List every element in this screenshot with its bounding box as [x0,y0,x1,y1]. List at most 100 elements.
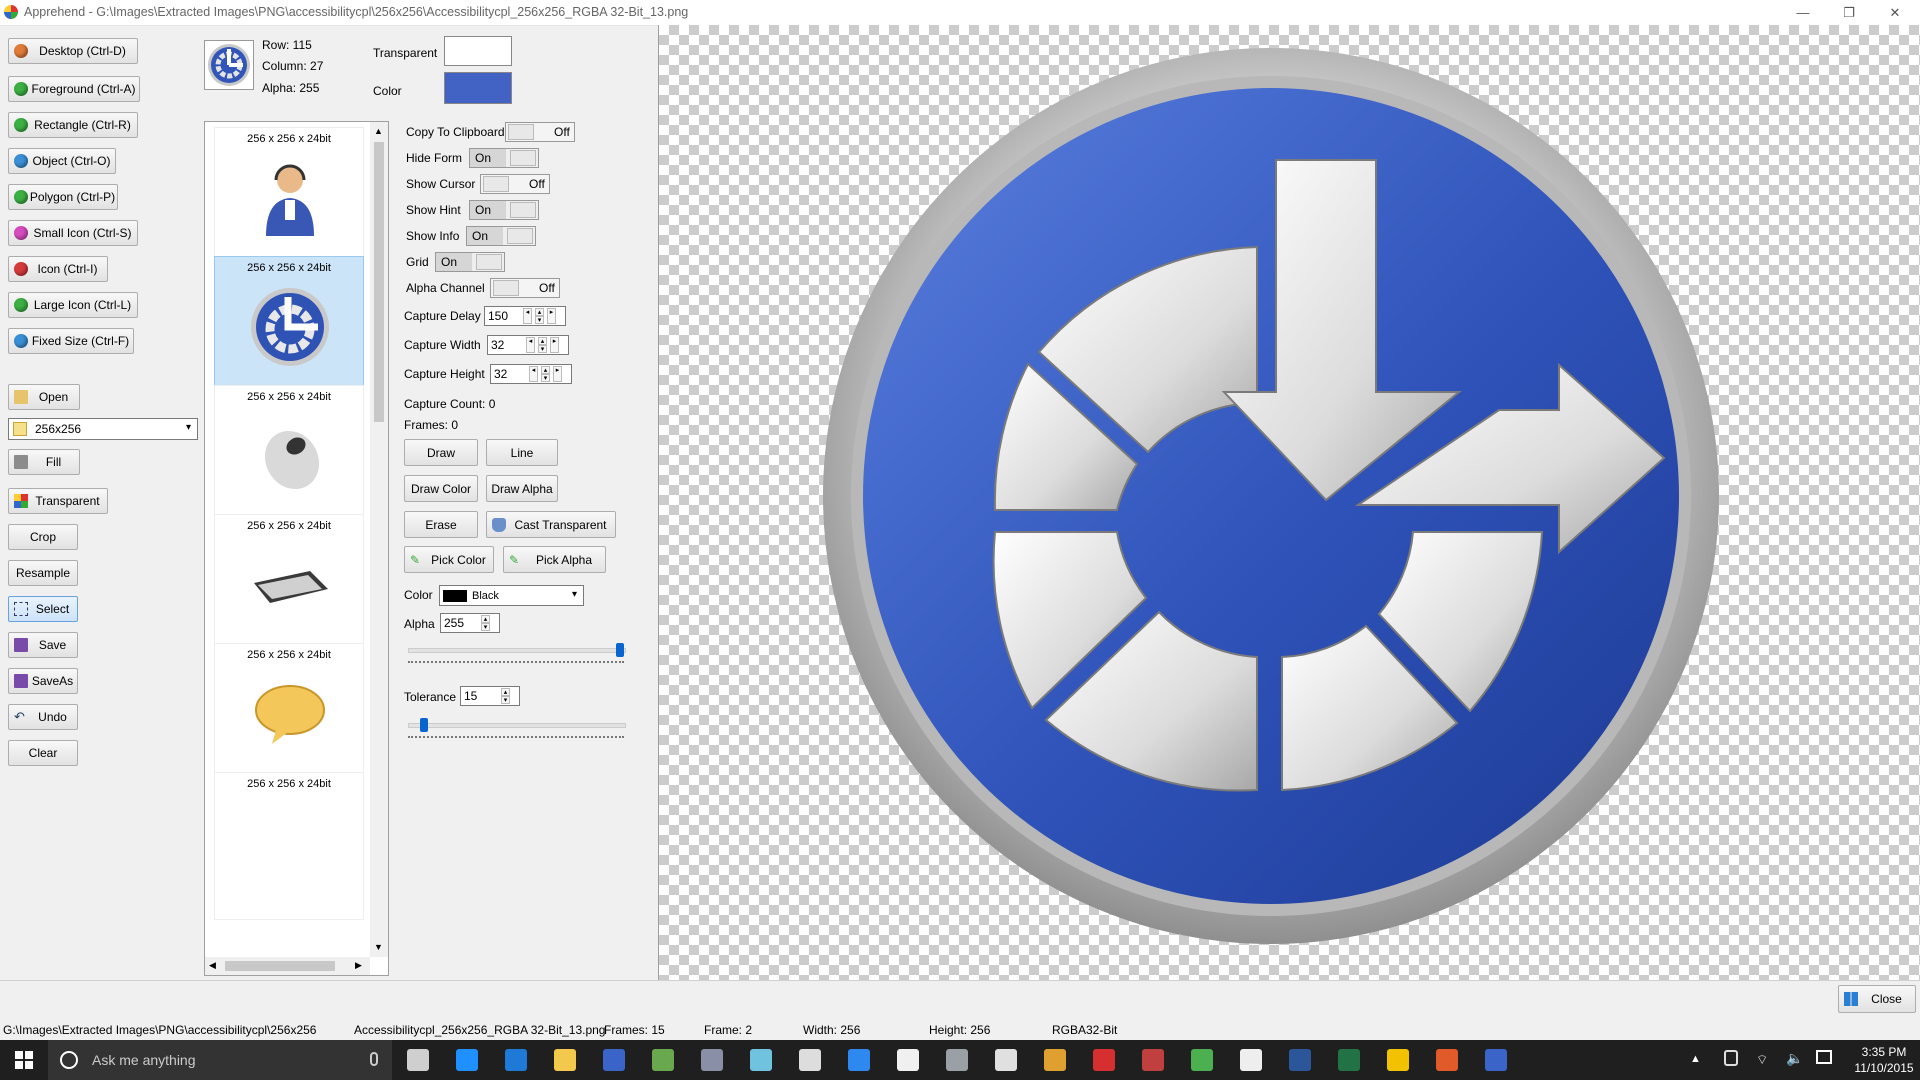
taskbar-app[interactable] [445,1040,489,1080]
taskbar-app[interactable] [837,1040,881,1080]
capture-width-stepper[interactable]: 32 ◂ ▴ ▾ ▸ [487,335,569,355]
taskbar-app[interactable] [543,1040,587,1080]
taskbar-app[interactable] [494,1040,538,1080]
taskbar-app[interactable] [1229,1040,1273,1080]
taskbar-app[interactable] [592,1040,636,1080]
tray-app-icon[interactable] [1724,1050,1738,1066]
draw-alpha-button[interactable]: Draw Alpha [486,475,558,502]
alpha-channel-toggle[interactable]: Off [490,278,560,298]
scroll-left-icon[interactable]: ◀ [209,960,216,971]
foreground-capture-button[interactable]: Foreground (Ctrl-A) [8,76,140,102]
draw-button[interactable]: Draw [404,439,478,466]
undo-button[interactable]: ↶ Undo [8,704,78,730]
polygon-capture-button[interactable]: Polygon (Ctrl-P) [8,184,118,210]
show-cursor-toggle[interactable]: Off [480,174,550,194]
volume-icon[interactable]: 🔈 [1786,1050,1803,1067]
alpha-slider-thumb[interactable] [616,643,624,657]
icon-capture-button[interactable]: Icon (Ctrl-I) [8,256,108,282]
pick-color-button[interactable]: ✎ Pick Color [404,546,494,573]
object-capture-button[interactable]: Object (Ctrl-O) [8,148,116,174]
taskbar-app[interactable] [1180,1040,1224,1080]
taskbar-app[interactable] [396,1040,440,1080]
taskbar-app[interactable] [984,1040,1028,1080]
taskbar-app[interactable] [1082,1040,1126,1080]
chevron-up-icon[interactable]: ▲ [1690,1053,1701,1065]
thumbnail-list[interactable]: 256 x 256 x 24bitAccessibilitycpl_256x25… [204,121,389,976]
taskbar-app[interactable] [641,1040,685,1080]
scroll-thumb[interactable] [374,142,384,422]
large-icon-capture-button[interactable]: Large Icon (Ctrl-L) [8,292,138,318]
desktop-capture-button[interactable]: Desktop (Ctrl-D) [8,38,138,64]
decrease-icon[interactable]: ◂ [526,337,535,353]
thumbnail-item[interactable]: 256 x 256 x 24bit [214,772,364,920]
taskbar-app[interactable] [1376,1040,1420,1080]
show-info-toggle[interactable]: On [466,226,536,246]
decrease-icon[interactable]: ◂ [529,366,538,382]
increase-icon[interactable]: ▸ [550,337,559,353]
microphone-icon[interactable] [370,1052,378,1066]
up-icon[interactable]: ▴ [501,688,510,696]
close-window-button[interactable]: ✕ [1872,0,1918,25]
taskbar-app[interactable] [886,1040,930,1080]
pick-alpha-button[interactable]: ✎ Pick Alpha [503,546,606,573]
vertical-scrollbar[interactable]: ▲ ▼ [370,122,388,957]
rectangle-capture-button[interactable]: Rectangle (Ctrl-R) [8,112,138,138]
grid-toggle[interactable]: On [435,252,505,272]
erase-button[interactable]: Erase [404,511,478,538]
line-button[interactable]: Line [486,439,558,466]
down-icon[interactable]: ▾ [481,623,490,631]
cast-transparent-button[interactable]: Cast Transparent [486,511,616,538]
scroll-down-icon[interactable]: ▼ [374,942,383,952]
hide-form-toggle[interactable]: On [469,148,539,168]
image-canvas[interactable] [658,25,1920,980]
tolerance-stepper[interactable]: 15 ▴ ▾ [460,686,520,706]
taskbar-app[interactable] [690,1040,734,1080]
up-icon[interactable]: ▴ [535,308,544,316]
size-select[interactable]: 256x256 ▾ [8,418,198,440]
fixed-size-capture-button[interactable]: Fixed Size (Ctrl-F) [8,328,134,354]
draw-alpha-stepper[interactable]: 255 ▴ ▾ [440,613,500,633]
network-icon[interactable]: ⌔ [1756,1052,1768,1068]
down-icon[interactable]: ▾ [541,374,550,382]
taskbar-app[interactable] [1425,1040,1469,1080]
down-icon[interactable]: ▾ [535,316,544,324]
taskbar-app[interactable] [788,1040,832,1080]
tolerance-slider-thumb[interactable] [420,718,429,732]
up-icon[interactable]: ▴ [541,366,550,374]
open-button[interactable]: Open [8,384,80,410]
draw-color-select[interactable]: Black ▾ [439,585,584,606]
transparent-button[interactable]: Transparent [8,488,108,514]
thumbnail-item[interactable]: 256 x 256 x 24bitAccessibilitycpl_256x25… [214,514,364,662]
decrease-icon[interactable]: ◂ [523,308,532,324]
saveas-button[interactable]: SaveAs [8,668,78,694]
color-swatch[interactable] [444,72,512,104]
hscroll-thumb[interactable] [225,961,335,971]
draw-color-button[interactable]: Draw Color [404,475,478,502]
minimize-button[interactable]: — [1780,0,1826,25]
save-button[interactable]: Save [8,632,78,658]
crop-button[interactable]: Crop [8,524,78,550]
search-box[interactable]: Ask me anything [48,1040,392,1080]
down-icon[interactable]: ▾ [501,696,510,704]
horizontal-scrollbar[interactable]: ◀ ▶ [205,957,370,975]
increase-icon[interactable]: ▸ [547,308,556,324]
taskbar-app[interactable] [1278,1040,1322,1080]
taskbar-app[interactable] [1033,1040,1077,1080]
capture-delay-stepper[interactable]: 150 ◂ ▴ ▾ ▸ [484,306,566,326]
clock[interactable]: 3:35 PM 11/10/2015 [1852,1044,1916,1076]
up-icon[interactable]: ▴ [481,615,490,623]
resample-button[interactable]: Resample [8,560,78,586]
taskbar-app[interactable] [739,1040,783,1080]
taskbar-app[interactable] [1327,1040,1371,1080]
fill-button[interactable]: Fill [8,449,80,475]
capture-height-stepper[interactable]: 32 ◂ ▴ ▾ ▸ [490,364,572,384]
taskbar-app[interactable] [1474,1040,1518,1080]
thumbnail-item[interactable]: 256 x 256 x 24bitAccessibilitycpl_256x25… [214,127,364,275]
copy-to-clipboard-toggle[interactable]: Off [505,122,575,142]
taskbar-app[interactable] [1131,1040,1175,1080]
start-button[interactable] [0,1040,48,1080]
thumbnail-item[interactable]: 256 x 256 x 24bitAccessibilitycpl_256x25… [214,385,364,533]
up-icon[interactable]: ▴ [538,337,547,345]
action-center-icon[interactable] [1816,1050,1832,1064]
thumbnail-item[interactable]: 256 x 256 x 24bitAccessibilitycpl_256x25… [214,256,364,404]
